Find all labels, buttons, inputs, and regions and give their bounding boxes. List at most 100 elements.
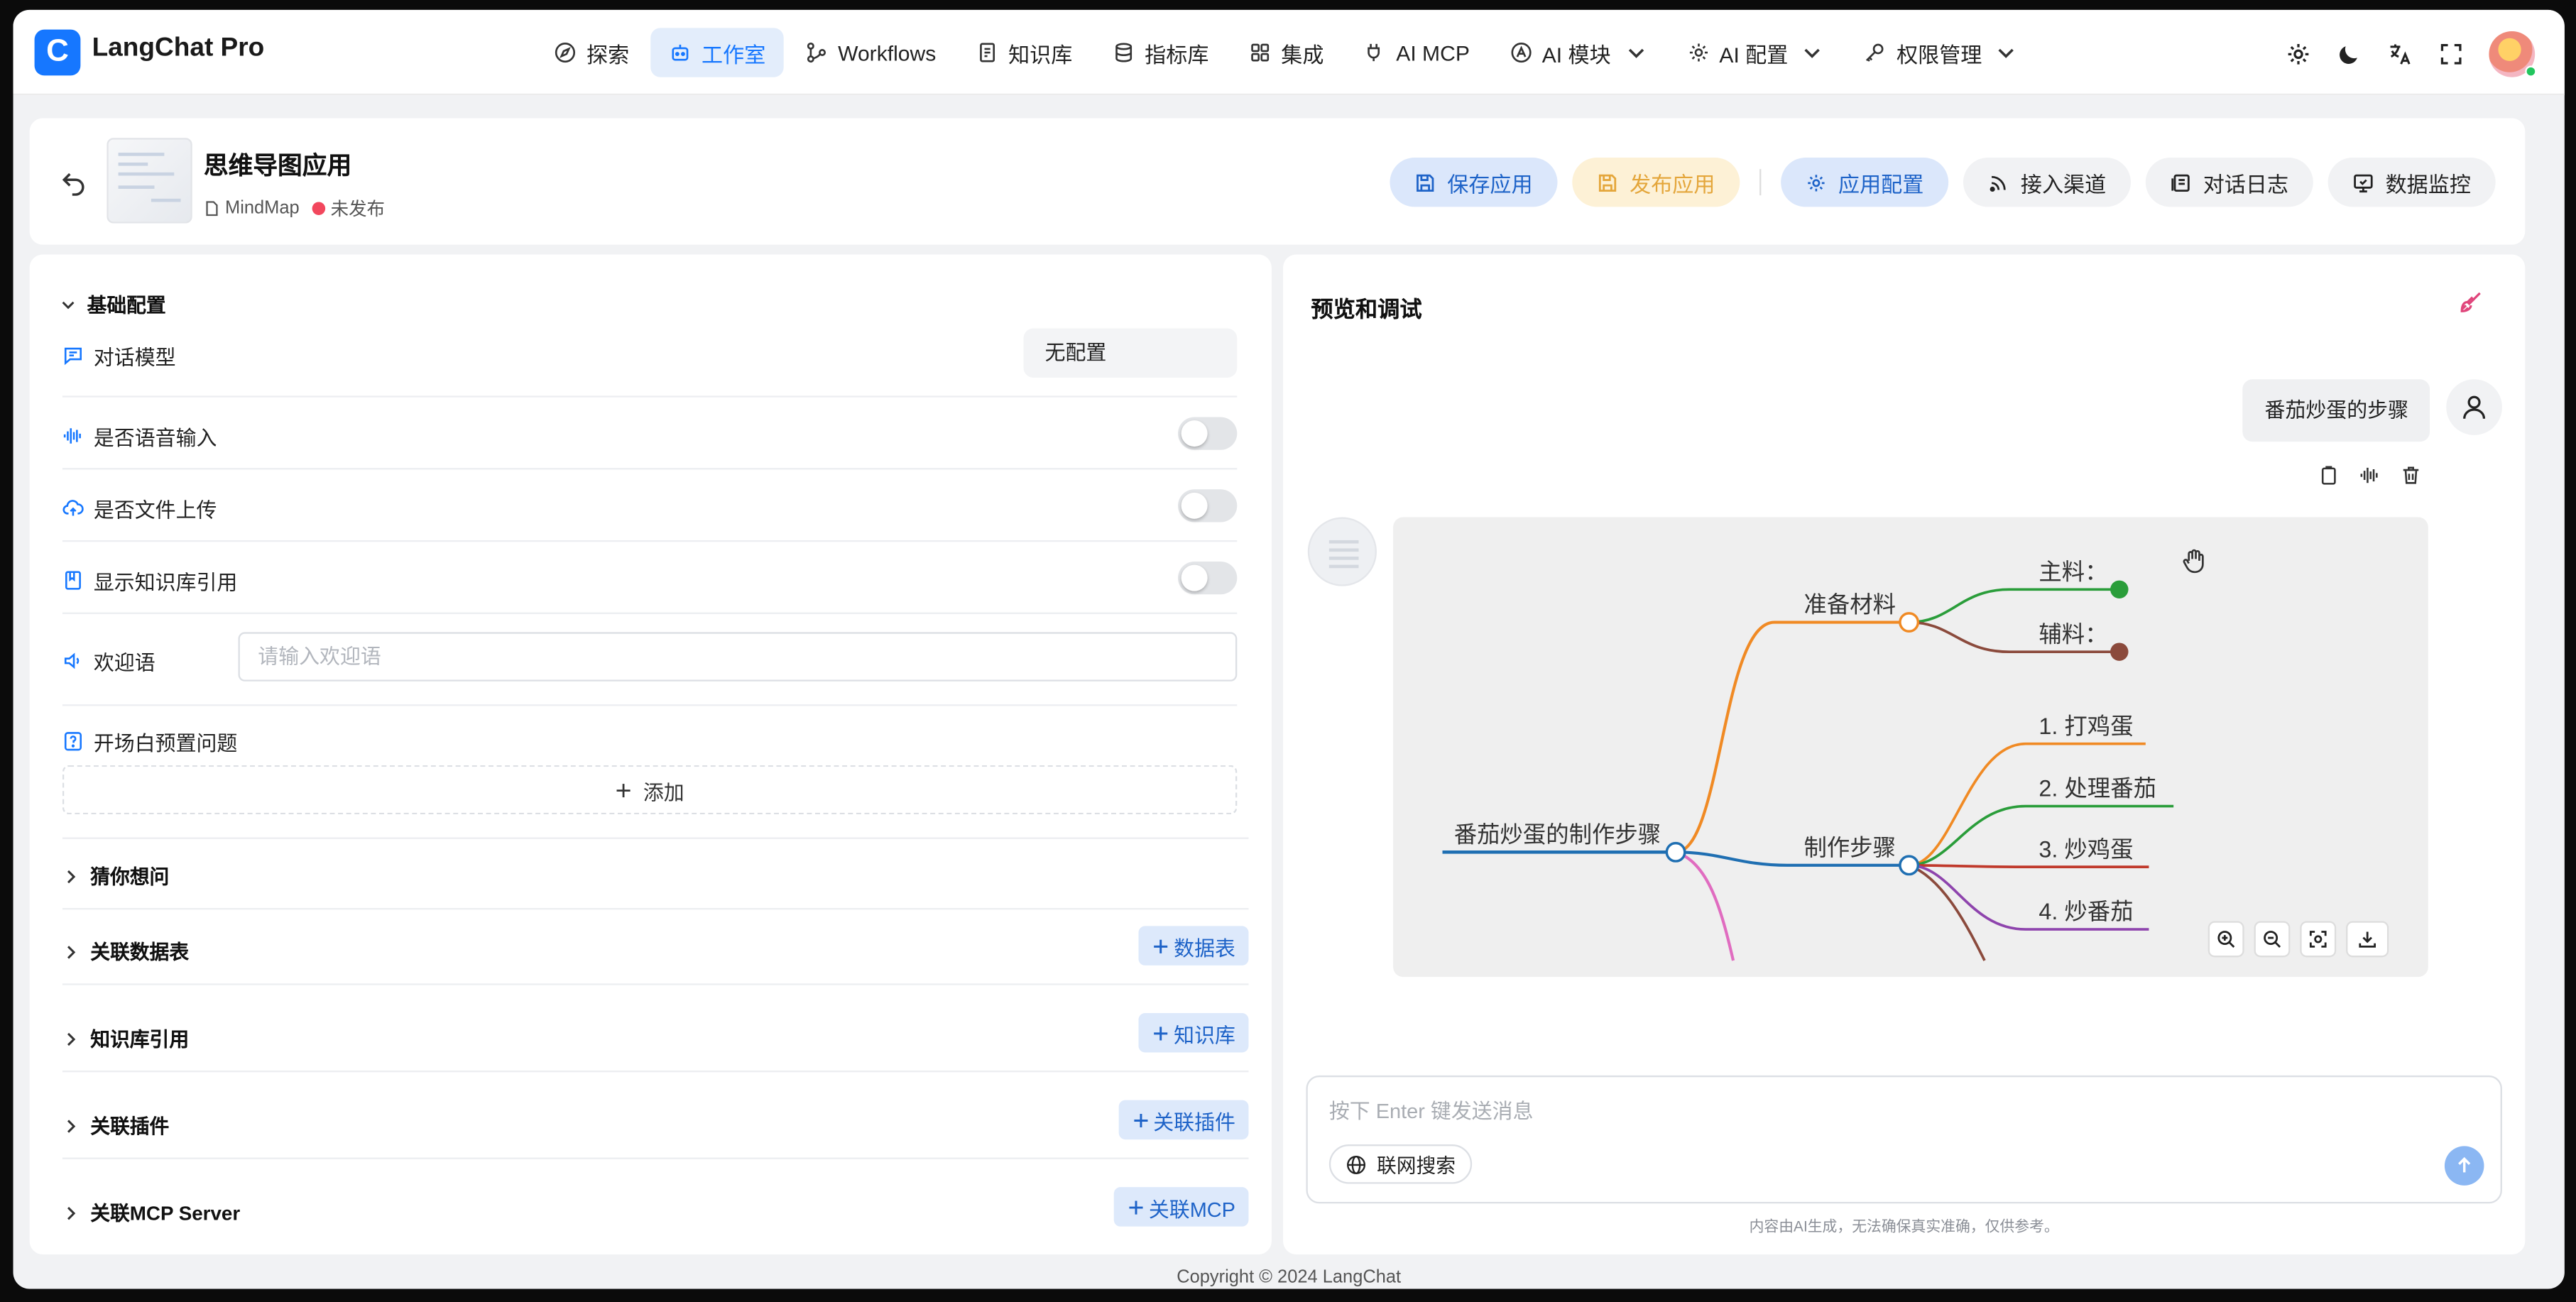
- file-upload-toggle[interactable]: [1177, 489, 1238, 523]
- nav-permissions[interactable]: 权限管理: [1845, 28, 2036, 77]
- kb-ref-label: 显示知识库引用: [93, 571, 238, 595]
- welcome-input[interactable]: [238, 632, 1238, 682]
- mindmap-canvas[interactable]: 番茄炒蛋的制作步骤 准备材料 制作步骤 主料： 辅料： 1. 打鸡蛋 2. 处理…: [1393, 517, 2428, 978]
- download-button[interactable]: [2346, 921, 2389, 958]
- add-plugin-button[interactable]: 关联插件: [1118, 1100, 1249, 1140]
- linked-mcp-header[interactable]: 关联MCP Server: [62, 1198, 240, 1226]
- data-monitor-button[interactable]: 数据监控: [2327, 158, 2496, 207]
- add-table-button[interactable]: 数据表: [1139, 926, 1249, 965]
- fullscreen-button[interactable]: [2438, 41, 2465, 67]
- back-icon[interactable]: [59, 168, 89, 197]
- fit-view-button[interactable]: [2300, 921, 2337, 958]
- nav-ai-mcp[interactable]: AI MCP: [1346, 28, 1488, 77]
- database-icon: [1115, 43, 1132, 62]
- audio-wave-icon[interactable]: [2359, 465, 2381, 486]
- nav-ai-module[interactable]: AI 模块: [1491, 28, 1665, 77]
- fullscreen-icon: [2440, 43, 2462, 65]
- mindmap-leaf-label: 辅料：: [2039, 621, 2107, 647]
- mindmap-node-circle[interactable]: [1899, 612, 1920, 633]
- app-type-label: MindMap: [224, 198, 300, 219]
- plus-icon: [617, 782, 631, 797]
- basic-config-title: 基础配置: [87, 293, 166, 317]
- upload-label: 是否文件上传: [93, 499, 217, 523]
- nav-ai-config[interactable]: AI 配置: [1669, 28, 1843, 77]
- workflow-icon: [807, 42, 826, 63]
- voice-input-toggle[interactable]: [1177, 417, 1238, 450]
- linked-plugins-header[interactable]: 关联插件: [62, 1112, 169, 1139]
- nav-knowledge[interactable]: 知识库: [957, 28, 1090, 77]
- model-select[interactable]: 无配置: [1023, 328, 1238, 378]
- data-monitor-label: 数据监控: [2385, 171, 2471, 197]
- puzzle-icon: [1250, 43, 1269, 62]
- audio-wave-icon: [63, 428, 81, 444]
- voice-label: 是否语音输入: [93, 427, 217, 450]
- kb-reference-header[interactable]: 知识库引用: [62, 1024, 189, 1052]
- language-button[interactable]: [2387, 41, 2413, 67]
- send-button[interactable]: [2444, 1146, 2484, 1186]
- log-icon: [2171, 173, 2190, 191]
- nav-explore[interactable]: 探索: [535, 28, 647, 77]
- brand-name: LangChat Pro: [92, 34, 265, 62]
- voice-input-row: 是否语音输入: [62, 398, 1238, 470]
- basic-config-header[interactable]: 基础配置: [59, 290, 166, 318]
- linked-mcp-title: 关联MCP Server: [90, 1201, 241, 1225]
- nav-label: 权限管理: [1896, 41, 1982, 67]
- nav-metrics[interactable]: 指标库: [1093, 28, 1226, 77]
- ai-module-icon: [1510, 42, 1531, 63]
- add-mcp-label: 关联MCP: [1148, 1198, 1235, 1221]
- settings-icon: [2288, 43, 2309, 65]
- linked-tables-header[interactable]: 关联数据表: [62, 938, 189, 965]
- add-mcp-button[interactable]: 关联MCP: [1114, 1187, 1249, 1227]
- robot-icon: [672, 44, 689, 61]
- chat-logs-button[interactable]: 对话日志: [2145, 158, 2313, 207]
- guess-questions-header[interactable]: 猜你想问: [62, 862, 169, 890]
- user-message-bubble: 番茄炒蛋的步骤: [2243, 379, 2430, 442]
- plus-icon: [1155, 1026, 1169, 1040]
- guess-questions-title: 猜你想问: [90, 865, 170, 889]
- kb-ref-toggle[interactable]: [1177, 561, 1238, 595]
- trash-icon[interactable]: [2400, 465, 2421, 486]
- mindmap-node-circle[interactable]: [1665, 841, 1686, 863]
- message-input[interactable]: [1328, 1093, 2447, 1130]
- publish-app-button[interactable]: 发布应用: [1572, 158, 1740, 207]
- publish-app-label: 发布应用: [1630, 171, 1715, 197]
- plus-icon: [1129, 1200, 1144, 1214]
- add-label: 添加: [643, 780, 684, 804]
- logo[interactable]: C: [34, 29, 81, 76]
- app-title: 思维导图应用: [203, 153, 352, 181]
- chevron-down-icon: [1627, 48, 1644, 58]
- app-window: C LangChat Pro 探索 工作室 Workflows 知识库 指标库: [13, 9, 2565, 1289]
- config-panel: 基础配置 对话模型 无配置 是否语音输入 是否文件上传 显示知识库引用 欢迎语 …: [29, 254, 1272, 1254]
- channel-button[interactable]: 接入渠道: [1963, 158, 2131, 207]
- plug-icon: [1367, 43, 1380, 62]
- mindmap-branch-label: 制作步骤: [1804, 835, 1896, 860]
- add-knowledge-button[interactable]: 知识库: [1139, 1012, 1249, 1053]
- globe-icon: [1347, 1154, 1366, 1174]
- user-avatar[interactable]: [2489, 31, 2537, 77]
- divider: [1759, 169, 1762, 196]
- copy-icon[interactable]: [2318, 465, 2340, 486]
- zoom-out-button[interactable]: [2254, 921, 2291, 958]
- nav-workflows[interactable]: Workflows: [787, 28, 954, 77]
- model-label-wrap: 对话模型: [62, 340, 176, 371]
- clear-brush-icon[interactable]: [2457, 289, 2484, 315]
- web-search-toggle[interactable]: 联网搜索: [1328, 1144, 1473, 1184]
- compass-icon: [555, 42, 576, 63]
- nav-studio[interactable]: 工作室: [650, 28, 784, 77]
- save-app-button[interactable]: 保存应用: [1390, 158, 1558, 207]
- model-label: 对话模型: [93, 346, 176, 370]
- channel-label: 接入渠道: [2020, 171, 2107, 197]
- save-icon: [1416, 173, 1434, 191]
- zoom-in-button[interactable]: [2207, 921, 2244, 958]
- mindmap-node-circle[interactable]: [1899, 855, 1920, 876]
- app-config-button[interactable]: 应用配置: [1781, 158, 1949, 207]
- settings-button[interactable]: [2285, 41, 2311, 67]
- nav-label: AI 配置: [1719, 41, 1789, 67]
- nav-integration[interactable]: 集成: [1230, 28, 1342, 77]
- fit-view-icon: [2309, 931, 2327, 948]
- copyright: Copyright © 2024 LangChat: [1177, 1267, 1402, 1288]
- linked-plugins-row: 关联插件 关联插件: [62, 1087, 1249, 1159]
- theme-toggle-button[interactable]: [2336, 41, 2362, 67]
- gear-icon: [1808, 174, 1825, 191]
- add-preset-question-button[interactable]: 添加: [62, 765, 1238, 815]
